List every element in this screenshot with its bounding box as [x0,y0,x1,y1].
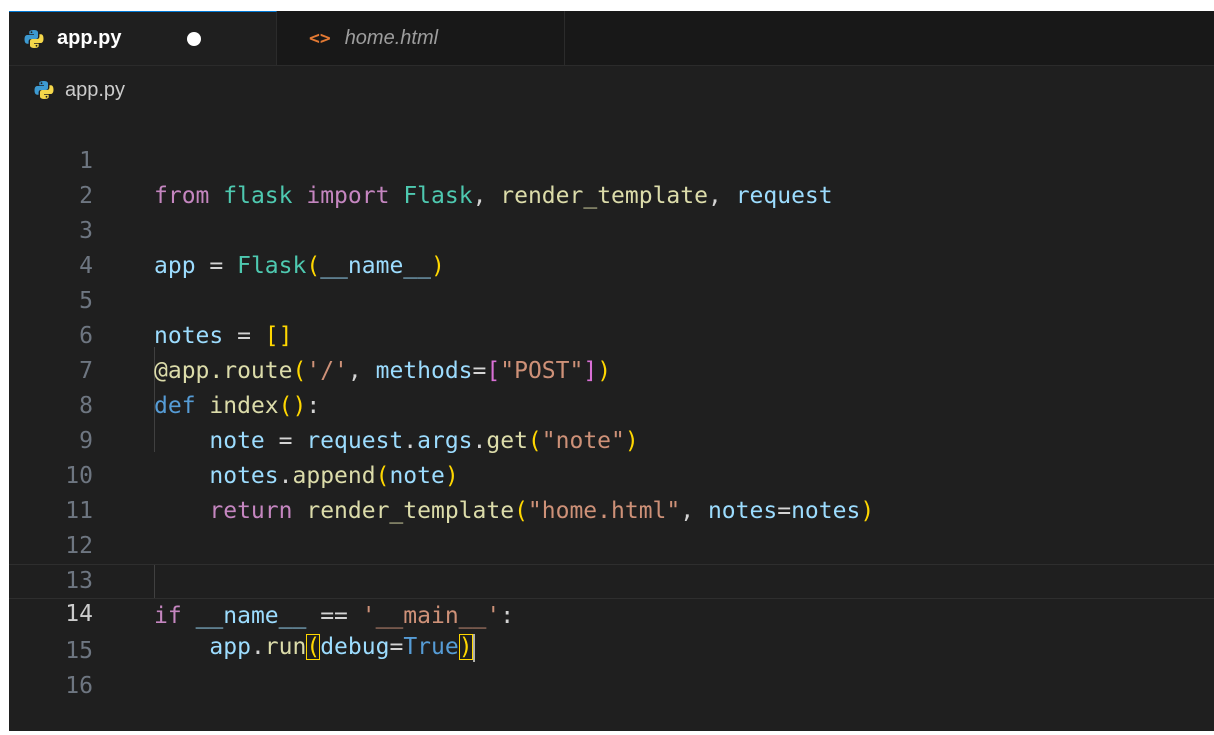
code-line[interactable]: 10 return render_template("home.html", n… [9,424,1214,524]
python-icon [23,28,45,50]
line-number: 16 [65,673,93,699]
code-line[interactable]: 3 app = Flask(__name__) [9,179,1214,279]
code-line[interactable]: 13 if __name__ == '__main__': [9,529,1214,629]
code-line[interactable]: 2 [9,144,1214,209]
html-icon: <> [309,27,331,49]
code-line[interactable]: 6 @app.route('/', methods=["POST"]) [9,284,1214,384]
code-line-current[interactable]: 14 app.run(debug=True) [9,564,1214,662]
code-line[interactable]: 12 [9,494,1214,559]
code-line[interactable]: 16 [9,634,1214,699]
unsaved-dot-icon[interactable] [187,31,202,46]
tab-home-html[interactable]: <> home.html [277,11,565,65]
code-line[interactable]: 4 [9,214,1214,279]
tab-app-py[interactable]: app.py [9,11,277,65]
tab-label: home.html [344,26,439,49]
code-line[interactable]: 1 from flask import Flask, render_templa… [9,109,1214,209]
breadcrumb[interactable]: app.py [33,75,125,105]
code-line[interactable]: 9 notes.append(note) [9,389,1214,489]
code-line[interactable]: 8 note = request.args.get("note") [9,354,1214,454]
breadcrumb-file[interactable]: app.py [65,79,125,102]
code-editor[interactable]: 1 from flask import Flask, render_templa… [9,109,1214,731]
editor-window: app.py <> home.html app.py 1 from flask … [9,11,1214,731]
code-line[interactable]: 7 def index(): [9,319,1214,419]
code-line[interactable]: 5 notes = [] [9,249,1214,349]
tab-label: app.py [57,27,122,49]
python-icon [33,79,55,101]
code-line[interactable]: 15 [9,599,1214,664]
tab-bar: app.py <> home.html [9,11,1214,66]
code-line[interactable]: 11 [9,459,1214,524]
